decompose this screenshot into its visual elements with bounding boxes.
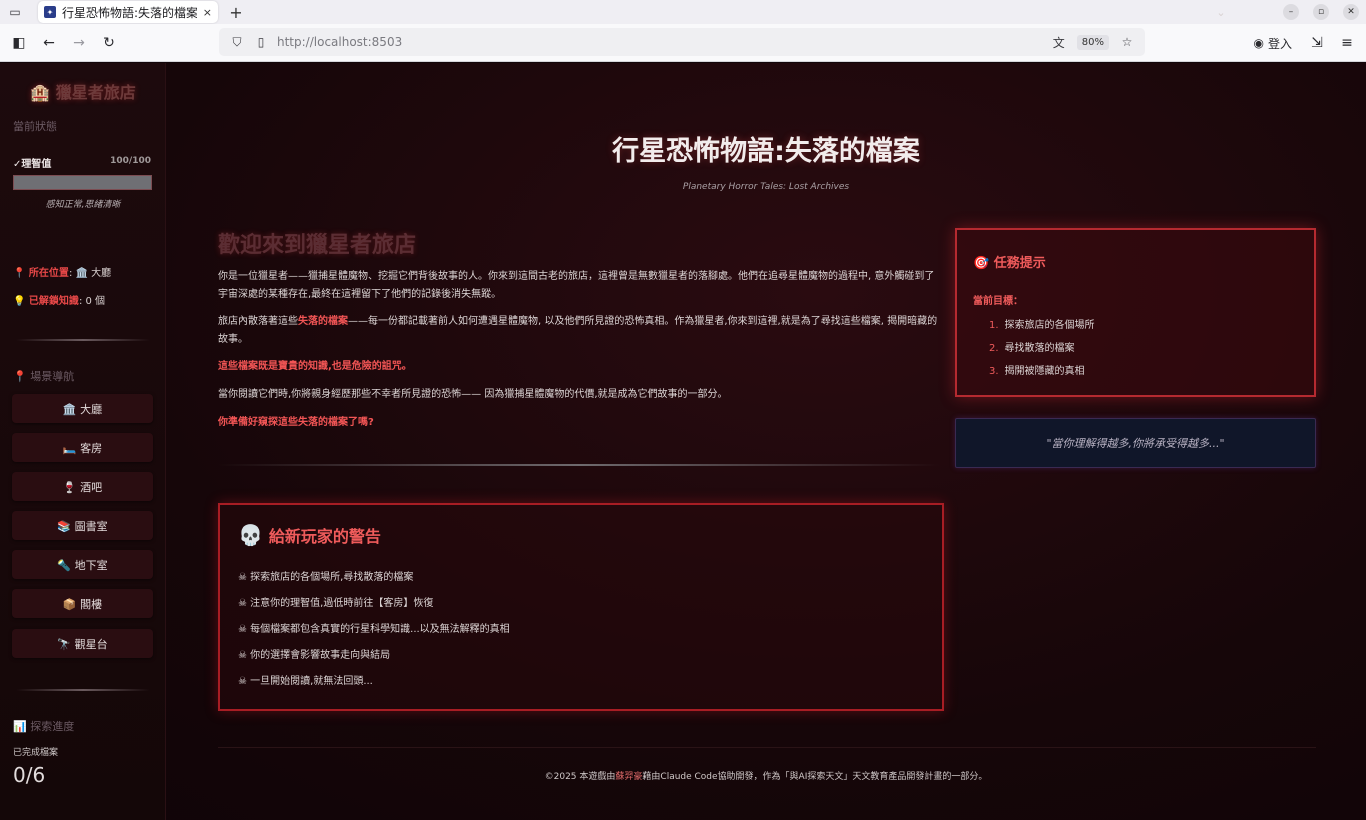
location-value: : 🏛️ 大廳: [68, 268, 112, 279]
progress-header: 📊 探索進度: [13, 720, 75, 733]
archives-highlight: 失落的檔案: [298, 316, 348, 327]
maximize-button[interactable]: ▫: [1306, 0, 1336, 24]
prompt-paragraph: 你準備好窺探這些失落的檔案了嗎?: [218, 417, 374, 428]
mission-item-text: 尋找散落的檔案: [1004, 343, 1075, 354]
warning-title: 💀 給新玩家的警告: [238, 523, 381, 547]
sidebar-divider: [16, 339, 150, 341]
tab-list-icon[interactable]: ⌄: [1206, 0, 1236, 24]
sidebar-toggle-icon[interactable]: ◧: [4, 28, 34, 58]
sanity-bar-fill: [14, 176, 151, 189]
intro-paragraph: 你是一位獵星者——獵捕星體魔物、挖掘它們背後故事的人。你來到這間古老的旅店，這裡…: [218, 271, 935, 300]
warning-title-text: 給新玩家的警告: [268, 527, 381, 546]
mission-item-text: 探索旅店的各個場所: [1004, 320, 1095, 331]
sanity-label: ✓理智值: [13, 159, 52, 170]
sanity-value: 100/100: [110, 156, 151, 166]
knowledge-value: : 0 個: [78, 296, 106, 307]
quote-box: "當你理解得越多,你將承受得越多...": [955, 418, 1316, 468]
warning-item: ☠ 注意你的理智值,過低時前往【客房】恢復: [238, 598, 434, 609]
mission-item-number: 3.: [989, 366, 999, 377]
knowledge-info: 💡 已解鎖知識: 0 個: [13, 292, 105, 307]
warning-box: 💀 給新玩家的警告 ☠ 探索旅店的各個場所,尋找散落的檔案 ☠ 注意你的理智值,…: [218, 503, 944, 711]
sidebar-divider: [16, 689, 150, 691]
mission-item: 2. 尋找散落的檔案: [989, 339, 1075, 354]
shield-icon[interactable]: ⛉: [225, 35, 249, 50]
sanity-status: 感知正常,思緒清晰: [45, 200, 121, 210]
nav-observatory-button[interactable]: 🔭 觀星台: [12, 629, 153, 658]
mission-box: 🎯 任務提示 當前目標： 1. 探索旅店的各個場所 2. 尋找散落的檔案 3. 揭開被…: [955, 228, 1316, 397]
nav-right-controls: ◉ 登入 ⇲ ≡: [1244, 24, 1366, 62]
browser-nav-bar: ◧ ← → ↻ ⛉ ▯ http://localhost:8503 文 80% …: [0, 24, 1366, 62]
sidebar: 🏨 獵星者旅店 當前狀態 ✓理智值 100/100 感知正常,思緒清晰 📍 所在…: [0, 63, 166, 820]
sanity-bar: [13, 175, 152, 190]
tab-title: 行星恐怖物語:失落的檔案: [62, 5, 197, 20]
account-icon: ◉: [1253, 36, 1264, 50]
skull-icon: 💀: [238, 523, 263, 547]
new-tab-button[interactable]: +: [224, 0, 248, 24]
zoom-level[interactable]: 80%: [1076, 34, 1109, 50]
location-info: 📍 所在位置: 🏛️ 大廳: [13, 264, 111, 279]
url-bar[interactable]: ⛉ ▯ http://localhost:8503 文 80% ☆: [219, 28, 1145, 56]
browser-tab-bar: ▭ ✦ 行星恐怖物語:失落的檔案 × + ⌄ – ▫ ✕: [0, 0, 1366, 24]
progress-value: 0/6: [13, 763, 46, 787]
page-subtitle: Planetary Horror Tales: Lost Archives: [682, 182, 850, 192]
page-icon: ▯: [257, 35, 265, 49]
mission-item: 3. 揭開被隱藏的真相: [989, 362, 1085, 377]
warning-item: ☠ 你的選擇會影響故事走向與結局: [238, 650, 391, 661]
url-text[interactable]: http://localhost:8503: [277, 35, 1047, 49]
close-window-button[interactable]: ✕: [1336, 0, 1366, 24]
reading-paragraph: 當你閱讀它們時,你將親身經歷那些不幸者所見證的恐怖—— 因為獵捕星體魔物的代價,…: [218, 389, 728, 400]
login-label: 登入: [1267, 36, 1292, 51]
translate-icon[interactable]: 文: [1047, 34, 1071, 51]
login-button[interactable]: ◉ 登入: [1244, 35, 1303, 52]
mission-item-number: 2.: [989, 343, 999, 354]
location-key: 📍 所在位置: [13, 268, 69, 279]
mission-item-text: 揭開被隱藏的真相: [1004, 366, 1085, 377]
welcome-heading: 歡迎來到獵星者旅店: [218, 233, 417, 258]
mission-title: 🎯 任務提示: [973, 256, 1046, 271]
archives-text-a: 旅店內散落著這些: [218, 316, 298, 327]
bookmark-star-icon[interactable]: ☆: [1115, 35, 1139, 49]
status-header: 當前狀態: [13, 120, 57, 133]
footer-text-a: ©2025 本遊戲由: [544, 772, 616, 782]
footer-text-b: 藉由Claude Code協助開發，作為「與AI探索天文」天文教育產品開發計畫的…: [642, 772, 988, 782]
mission-item-number: 1.: [989, 320, 999, 331]
warning-item: ☠ 一旦開始閱讀,就無法回頭...: [238, 676, 373, 687]
reload-button[interactable]: ↻: [94, 28, 124, 58]
knowledge-key: 💡 已解鎖知識: [13, 296, 79, 307]
nav-bar-button[interactable]: 🍷 酒吧: [12, 472, 153, 501]
nav-header: 📍 場景導航: [13, 370, 75, 383]
forward-button[interactable]: →: [64, 28, 94, 58]
archives-paragraph: 旅店內散落著這些失落的檔案——每一份都記載著前人如何遭遇星體魔物, 以及他們所見…: [218, 313, 940, 349]
nav-guestroom-button[interactable]: 🛏️ 客房: [12, 433, 153, 462]
back-button[interactable]: ←: [34, 28, 64, 58]
footer-divider: [218, 747, 1316, 748]
page-title: 行星恐怖物語:失落的檔案: [612, 136, 920, 167]
author-link[interactable]: 蘇羿豪: [615, 772, 642, 782]
curse-paragraph: 這些檔案既是寶貴的知識,也是危險的詛咒。: [218, 361, 412, 372]
browser-tab[interactable]: ✦ 行星恐怖物語:失落的檔案 ×: [38, 1, 218, 23]
main-divider: [218, 464, 940, 466]
warning-item: ☠ 每個檔案都包含真實的行星科學知識...以及無法解釋的真相: [238, 624, 510, 635]
nav-attic-button[interactable]: 📦 閣樓: [12, 589, 153, 618]
minimize-button[interactable]: –: [1276, 0, 1306, 24]
mission-item: 1. 探索旅店的各個場所: [989, 316, 1095, 331]
nav-basement-button[interactable]: 🔦 地下室: [12, 550, 153, 579]
nav-lobby-button[interactable]: 🏛️ 大廳: [12, 394, 153, 423]
tab-close-icon[interactable]: ×: [203, 6, 212, 19]
footer: ©2025 本遊戲由蘇羿豪藉由Claude Code協助開發，作為「與AI探索天…: [166, 769, 1366, 782]
tab-overview-icon[interactable]: ▭: [0, 0, 30, 24]
mission-subtitle: 當前目標：: [973, 296, 1023, 307]
sidebar-title: 🏨 獵星者旅店: [30, 83, 136, 102]
menu-icon[interactable]: ≡: [1332, 28, 1362, 58]
progress-label: 已完成檔案: [13, 748, 59, 758]
nav-library-button[interactable]: 📚 圖書室: [12, 511, 153, 540]
extensions-icon[interactable]: ⇲: [1302, 28, 1332, 58]
warning-item: ☠ 探索旅店的各個場所,尋找散落的檔案: [238, 572, 414, 583]
page: 🏨 獵星者旅店 當前狀態 ✓理智值 100/100 感知正常,思緒清晰 📍 所在…: [0, 63, 1366, 820]
favicon-icon: ✦: [44, 6, 56, 18]
